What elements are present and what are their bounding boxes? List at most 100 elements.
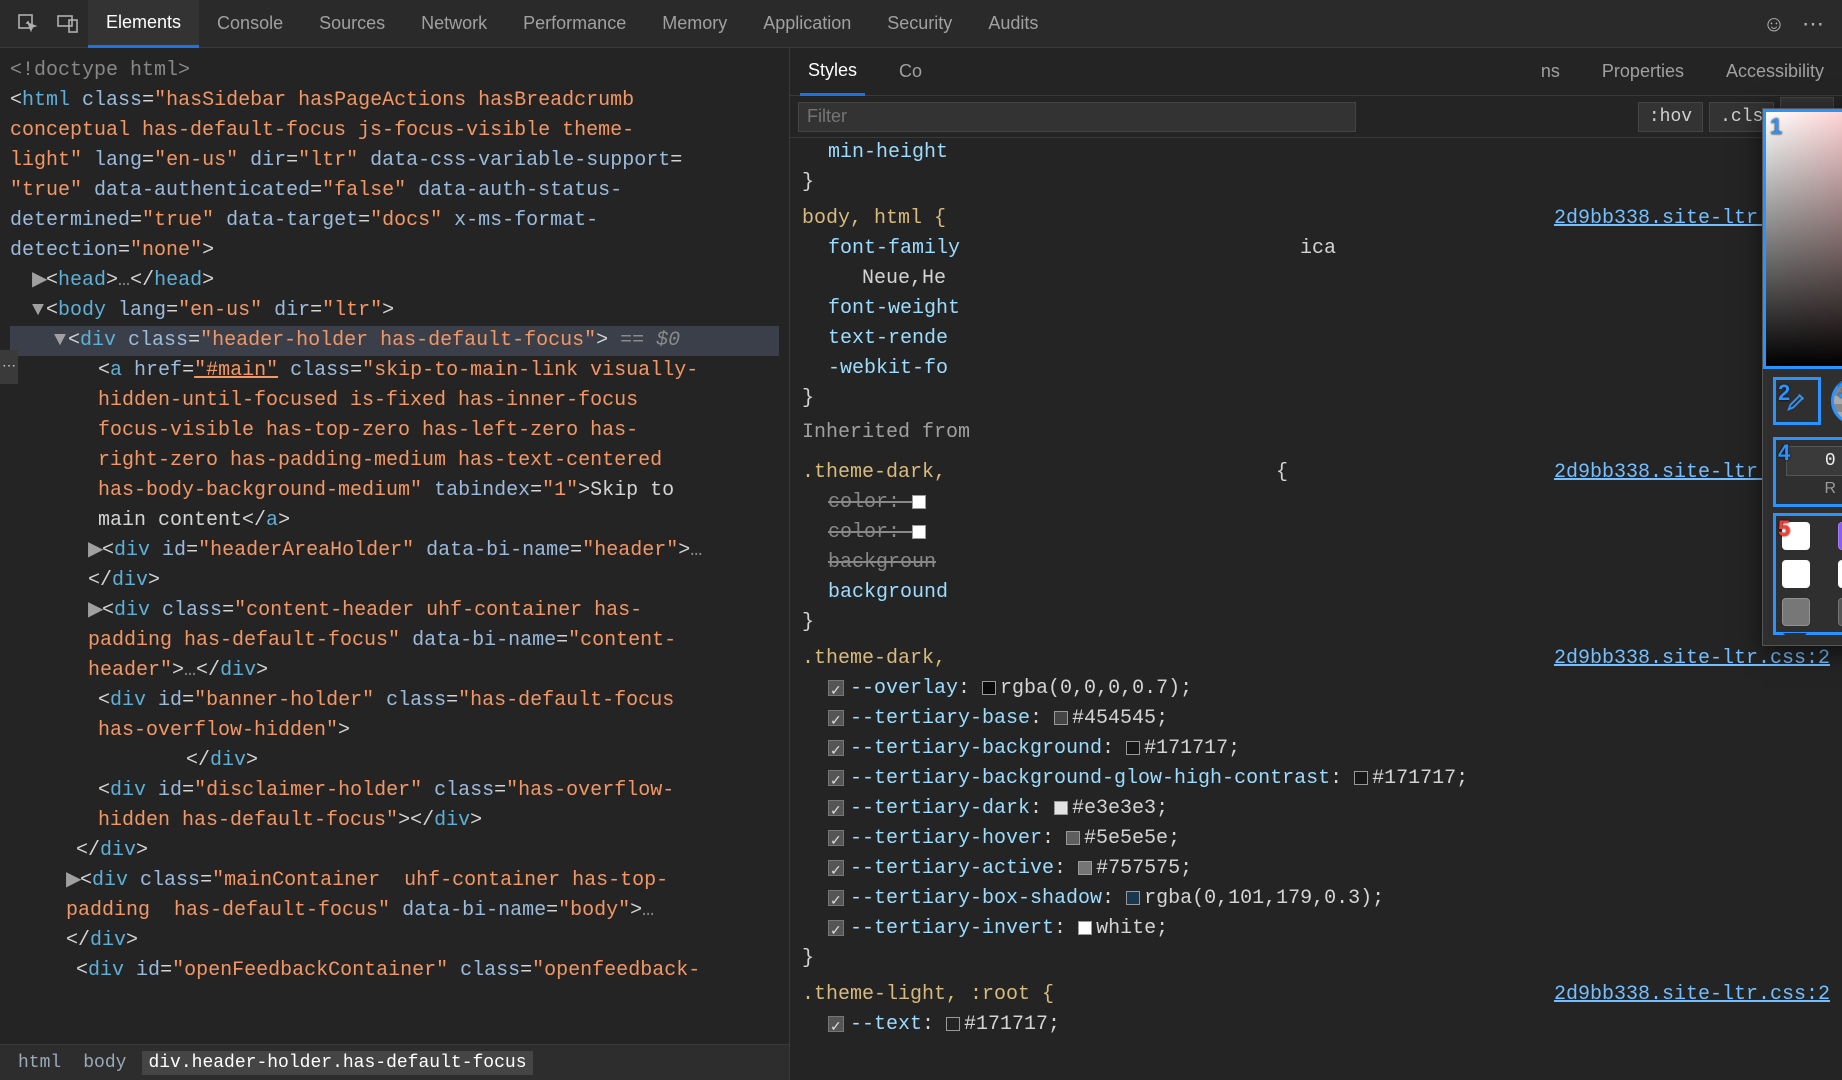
tab-elements[interactable]: Elements (88, 0, 199, 48)
rule-theme-light[interactable]: .theme-light, :root { 2d9bb338.site-ltr.… (802, 980, 1842, 1010)
more-menu-icon[interactable]: ⋯ (1794, 4, 1834, 44)
rgba-r-input[interactable] (1786, 446, 1842, 476)
css-property[interactable]: background (802, 578, 1842, 608)
device-toggle-icon[interactable] (48, 4, 88, 44)
property-checkbox[interactable] (828, 800, 844, 816)
css-property[interactable]: --tertiary-hover: #5e5e5e; (802, 824, 1842, 854)
css-property[interactable]: --tertiary-active: #757575; (802, 854, 1842, 884)
styles-rules[interactable]: min-height } body, html { 2d9bb338.site-… (790, 138, 1842, 1080)
css-property[interactable]: text-rende (802, 324, 1842, 354)
rule-theme-dark-2[interactable]: .theme-dark, 2d9bb338.site-ltr.css:2 (802, 644, 1842, 674)
css-property[interactable]: --tertiary-background-glow-high-contrast… (802, 764, 1842, 794)
callout-2: 2 (1778, 380, 1790, 406)
css-property[interactable]: -webkit-fo (802, 354, 1842, 384)
palette-swatch[interactable] (1838, 598, 1842, 626)
source-link[interactable]: 2d9bb338.site-ltr.css:2 (1554, 980, 1830, 1010)
styles-filter-input[interactable] (798, 102, 1356, 132)
palette-swatch[interactable] (1838, 560, 1842, 588)
css-property[interactable]: color: (802, 488, 1842, 518)
skip-link-node[interactable]: <a href="#main" class="skip-to-main-link… (10, 356, 779, 536)
palette-swatches: 5 (1773, 513, 1842, 635)
hov-toggle[interactable]: :hov (1638, 102, 1703, 132)
color-sample-circle: 3 (1831, 377, 1842, 425)
tab-memory[interactable]: Memory (644, 0, 745, 48)
right-panel: Styles Co ns Properties Accessibility :h… (790, 48, 1842, 1080)
css-property[interactable]: --tertiary-invert: white; (802, 914, 1842, 944)
callout-4: 4 (1778, 440, 1790, 466)
feedback-container-node[interactable]: <div id="openFeedbackContainer" class="o… (10, 956, 779, 986)
css-property[interactable]: backgroun (802, 548, 1842, 578)
tab-performance[interactable]: Performance (505, 0, 644, 48)
inherited-from-label: Inherited from (802, 414, 1842, 452)
elements-panel: <!doctype html> <html class="hasSidebar … (0, 48, 790, 1080)
css-property[interactable]: --tertiary-base: #454545; (802, 704, 1842, 734)
property-checkbox[interactable] (828, 770, 844, 786)
css-property[interactable]: color: (802, 518, 1842, 548)
dom-tree[interactable]: <!doctype html> <html class="hasSidebar … (0, 48, 789, 1044)
crumb-html[interactable]: html (12, 1051, 67, 1075)
saturation-value-area[interactable]: 1 (1763, 109, 1842, 369)
tab-application[interactable]: Application (745, 0, 869, 48)
property-checkbox[interactable] (828, 830, 844, 846)
property-checkbox[interactable] (828, 920, 844, 936)
rule-theme-dark-1[interactable]: .theme-dark, { 2d9bb338.site-ltr.css:2 (802, 458, 1842, 488)
property-checkbox[interactable] (828, 710, 844, 726)
header-holder-close[interactable]: </div> (10, 836, 779, 866)
palette-swatch[interactable] (1782, 560, 1810, 588)
styles-toolbar: :hov .cls ＋◢ (790, 96, 1842, 138)
eyedropper-button[interactable]: 2 (1773, 377, 1821, 425)
right-tabs: Styles Co ns Properties Accessibility (790, 48, 1842, 96)
selected-dom-node[interactable]: ▼<div class="header-holder has-default-f… (10, 326, 779, 356)
banner-close-node[interactable]: </div> (10, 746, 779, 776)
feedback-smile-icon[interactable]: ☺ (1754, 4, 1794, 44)
callout-3: 3 (1838, 378, 1842, 404)
rule-body-html[interactable]: body, html { 2d9bb338.site-ltr.css:2 (802, 204, 1842, 234)
disclaimer-node[interactable]: <div id="disclaimer-holder" class="has-o… (10, 776, 779, 836)
doctype-node[interactable]: <!doctype html> (10, 56, 779, 86)
callout-1: 1 (1770, 114, 1782, 140)
rtab-computed-obscured[interactable]: Co (891, 48, 930, 96)
css-property[interactable]: min-height (802, 138, 1842, 168)
property-checkbox[interactable] (828, 1016, 844, 1032)
rtab-properties[interactable]: Properties (1594, 48, 1692, 96)
tab-network[interactable]: Network (403, 0, 505, 48)
css-property-cont[interactable]: Neue,He (802, 264, 1842, 294)
tab-audits[interactable]: Audits (970, 0, 1056, 48)
header-area-node[interactable]: ▶<div id="headerAreaHolder" data-bi-name… (10, 536, 779, 596)
css-property[interactable]: --tertiary-background: #171717; (802, 734, 1842, 764)
body-open-node[interactable]: ▼<body lang="en-us" dir="ltr"> (10, 296, 779, 326)
property-checkbox[interactable] (828, 860, 844, 876)
popover-tail-icon (1783, 633, 1807, 657)
tab-sources[interactable]: Sources (301, 0, 403, 48)
property-checkbox[interactable] (828, 680, 844, 696)
property-checkbox[interactable] (828, 740, 844, 756)
rtab-styles[interactable]: Styles (800, 48, 865, 96)
rtab-accessibility[interactable]: Accessibility (1718, 48, 1832, 96)
css-property[interactable]: --text: #171717; (802, 1010, 1842, 1040)
palette-swatch[interactable] (1782, 598, 1810, 626)
css-property[interactable]: font-weight (802, 294, 1842, 324)
callout-5: 5 (1778, 516, 1790, 542)
head-node[interactable]: ▶<head>…</head> (10, 266, 779, 296)
color-picker-popover: 1 2 3 6 7 (1762, 108, 1842, 646)
banner-holder-node[interactable]: <div id="banner-holder" class="has-defau… (10, 686, 779, 746)
css-property[interactable]: --tertiary-dark: #e3e3e3; (802, 794, 1842, 824)
crumb-body[interactable]: body (77, 1051, 132, 1075)
css-property[interactable]: --overlay: rgba(0,0,0,0.7); (802, 674, 1842, 704)
crumb-current[interactable]: div.header-holder.has-default-focus (142, 1051, 532, 1075)
inspect-element-icon[interactable] (8, 4, 48, 44)
content-header-node[interactable]: ▶<div class="content-header uhf-containe… (10, 596, 779, 686)
rgba-inputs: 4 R G B A (1773, 437, 1842, 507)
rtab-obscured-end[interactable]: ns (1533, 48, 1568, 96)
property-checkbox[interactable] (828, 890, 844, 906)
dom-breadcrumb: html body div.header-holder.has-default-… (0, 1044, 789, 1080)
main-container-node[interactable]: ▶<div class="mainContainer uhf-container… (10, 866, 779, 956)
palette-swatch[interactable] (1838, 522, 1842, 550)
html-open-node[interactable]: <html class="hasSidebar hasPageActions h… (10, 86, 779, 266)
tab-security[interactable]: Security (869, 0, 970, 48)
gutter-ellipsis-icon[interactable]: ⋯ (0, 350, 18, 384)
tab-console[interactable]: Console (199, 0, 301, 48)
css-property[interactable]: font-familyica (802, 234, 1842, 264)
css-property[interactable]: --tertiary-box-shadow: rgba(0,101,179,0.… (802, 884, 1842, 914)
devtools-top-tabs: Elements Console Sources Network Perform… (0, 0, 1842, 48)
